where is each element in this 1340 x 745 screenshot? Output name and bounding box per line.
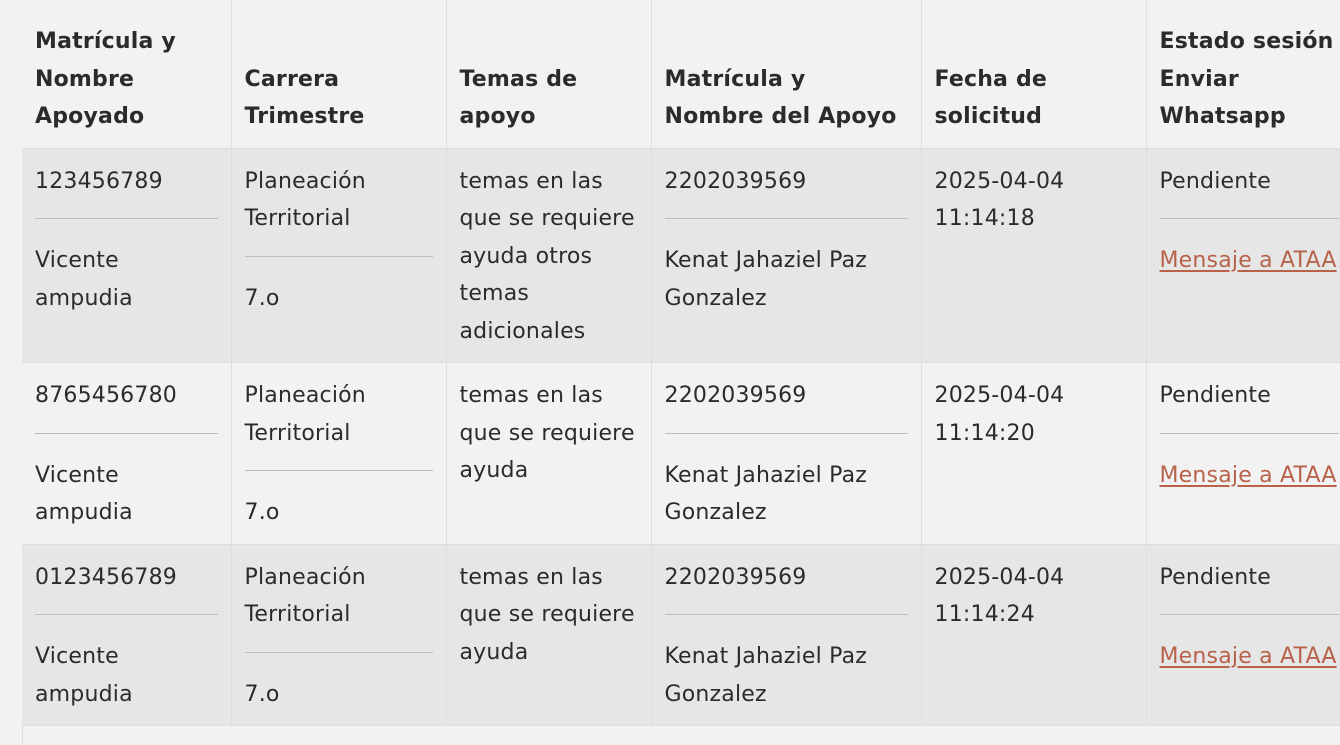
header-text: Temas de <box>459 66 578 92</box>
table-header-row: Matrícula y Nombre Apoyado Carrera Trime… <box>22 0 1340 149</box>
estado-sesion: Pendiente <box>1159 168 1271 194</box>
cell-divider <box>664 218 908 219</box>
whatsapp-message-link[interactable]: Mensaje a ATAA <box>1160 242 1339 280</box>
header-text: Whatsapp <box>1159 104 1286 129</box>
header-text: solicitud <box>934 104 1043 129</box>
fecha-solicitud: 2025-04-04 11:14:18 <box>934 168 1065 232</box>
cell-divider <box>244 470 433 471</box>
header-text: Matrícula y <box>35 29 176 54</box>
carrera: Planeación Territorial <box>244 564 366 628</box>
temas-apoyo: temas en las que se requiere ayuda <box>459 383 635 483</box>
apoyo-matricula: 2202039569 <box>664 564 807 590</box>
fecha-solicitud: 2025-04-04 11:14:20 <box>934 383 1065 446</box>
apoyado-nombre: Vicente ampudia <box>35 644 133 707</box>
header-text: apoyo <box>459 104 536 129</box>
cell-divider <box>1159 432 1339 434</box>
header-text: Enviar <box>1159 66 1239 92</box>
estado-sesion: Pendiente <box>1159 383 1271 408</box>
cell-temas: temas en las que se requiere ayuda <box>446 362 652 544</box>
cell-temas: temas en las que se requiere ayuda <box>446 544 652 726</box>
apoyado-nombre: Vicente ampudia <box>35 248 133 311</box>
table-row: 8765456780 Vicente ampudia Planeación Te… <box>22 362 1340 544</box>
header-fecha-solicitud: Fecha de solicitud <box>921 0 1147 149</box>
header-text: Fecha de <box>934 66 1048 92</box>
cell-carrera: Planeación Territorial 7.o <box>231 148 447 363</box>
cell-temas: temas en las que se requiere ayuda otros… <box>446 148 652 363</box>
temas-apoyo: temas en las que se requiere ayuda <box>459 564 635 665</box>
trimestre: 7.o <box>244 681 280 707</box>
cell-apoyado: 0123456789 Vicente ampudia <box>22 544 232 726</box>
cell-divider <box>664 432 908 434</box>
cell-fecha: 2025-04-04 11:14:20 <box>921 362 1147 544</box>
trimestre: 7.o <box>244 285 280 311</box>
cell-apoyado: 123456789 Vicente ampudia <box>22 148 232 363</box>
cell-fecha: 2025-04-04 11:14:18 <box>921 148 1147 363</box>
cell-divider <box>244 651 433 653</box>
apoyado-matricula: 0123456789 <box>35 564 177 590</box>
header-matricula-nombre-apoyo: Matrícula y Nombre del Apoyo <box>651 0 922 149</box>
header-text: Nombre del Apoyo <box>664 104 897 129</box>
cell-apoyo: 2202039569 Kenat Jahaziel Paz Gonzalez <box>651 148 922 363</box>
table-row: 0123456789 Vicente ampudia Planeación Te… <box>22 544 1340 726</box>
header-matricula-nombre-apoyado: Matrícula y Nombre Apoyado <box>22 0 232 149</box>
cell-apoyado: 8765456780 Vicente ampudia <box>22 362 232 544</box>
carrera: Planeación Territorial <box>244 168 366 232</box>
left-gutter <box>0 0 23 745</box>
header-text: Nombre <box>35 66 135 92</box>
temas-apoyo: temas en las que se requiere ayuda otros… <box>459 168 635 344</box>
cell-estado: Pendiente Mensaje a ATAA <box>1146 362 1340 544</box>
cell-carrera: Planeación Territorial 7.o <box>231 544 447 726</box>
cell-divider <box>35 614 218 615</box>
fecha-solicitud: 2025-04-04 11:14:24 <box>934 564 1065 628</box>
carrera: Planeación Territorial <box>244 383 366 446</box>
apoyado-matricula: 8765456780 <box>35 383 177 408</box>
support-requests-table: Matrícula y Nombre Apoyado Carrera Trime… <box>22 0 1340 726</box>
apoyo-nombre: Kenat Jahaziel Paz Gonzalez <box>664 248 868 311</box>
cell-estado: Pendiente Mensaje a ATAA <box>1146 544 1340 726</box>
header-text: Carrera <box>244 66 340 92</box>
apoyo-matricula: 2202039569 <box>664 168 807 194</box>
header-carrera-trimestre: Carrera Trimestre <box>231 0 447 149</box>
cell-apoyo: 2202039569 Kenat Jahaziel Paz Gonzalez <box>651 544 922 726</box>
cell-apoyo: 2202039569 Kenat Jahaziel Paz Gonzalez <box>651 362 922 544</box>
apoyo-nombre: Kenat Jahaziel Paz Gonzalez <box>664 644 868 707</box>
header-text: Matrícula y <box>664 66 806 92</box>
cell-estado: Pendiente Mensaje a ATAA <box>1146 148 1340 363</box>
apoyo-nombre: Kenat Jahaziel Paz Gonzalez <box>664 462 868 526</box>
header-text: Trimestre <box>244 104 365 129</box>
cell-carrera: Planeación Territorial 7.o <box>231 362 447 544</box>
cell-divider <box>35 432 218 434</box>
trimestre: 7.o <box>244 500 280 525</box>
whatsapp-message-link[interactable]: Mensaje a ATAA <box>1160 457 1339 495</box>
cell-divider <box>35 218 218 219</box>
cell-divider <box>1159 614 1339 615</box>
estado-sesion: Pendiente <box>1159 564 1271 590</box>
header-estado-whatsapp: Estado sesión Enviar Whatsapp <box>1146 0 1340 149</box>
apoyado-nombre: Vicente ampudia <box>35 462 133 526</box>
cell-divider <box>1159 218 1339 219</box>
header-text: Apoyado <box>35 104 145 129</box>
cell-fecha: 2025-04-04 11:14:24 <box>921 544 1147 726</box>
table-row: 123456789 Vicente ampudia Planeación Ter… <box>22 148 1340 363</box>
header-temas-apoyo: Temas de apoyo <box>446 0 652 149</box>
apoyo-matricula: 2202039569 <box>664 383 807 408</box>
apoyado-matricula: 123456789 <box>35 168 163 194</box>
whatsapp-message-link[interactable]: Mensaje a ATAA <box>1160 638 1339 676</box>
header-text: Estado sesión <box>1159 29 1334 54</box>
cell-divider <box>244 255 433 257</box>
cell-divider <box>664 614 908 615</box>
